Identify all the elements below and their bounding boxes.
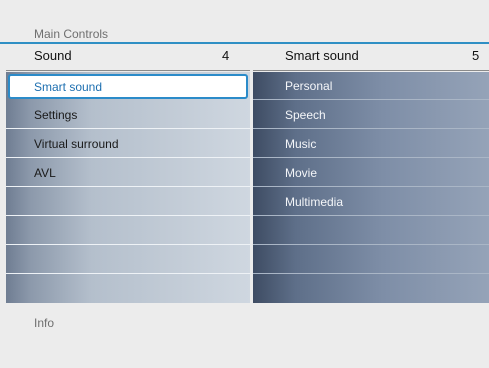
right-header-count: 5: [472, 48, 480, 63]
submenu-item-label: Speech: [285, 108, 326, 122]
menu-item-empty: [6, 188, 250, 216]
breadcrumb: Main Controls: [34, 27, 109, 41]
submenu-item-label: Personal: [285, 79, 333, 93]
menu-item-label: Virtual surround: [34, 137, 119, 151]
accent-divider: [0, 42, 489, 44]
right-header-title: Smart sound: [285, 48, 359, 63]
submenu-item-empty: [253, 246, 489, 274]
submenu-item-empty: [253, 275, 489, 303]
left-header-divider: [6, 70, 250, 71]
smart-sound-submenu-panel: Personal Speech Music Movie Multimedia: [253, 72, 489, 303]
menu-item-label: Smart sound: [34, 80, 103, 94]
submenu-item-music[interactable]: Music: [253, 130, 489, 158]
menu-item-virtual-surround[interactable]: Virtual surround: [6, 130, 250, 158]
menu-item-settings[interactable]: Settings: [6, 101, 250, 129]
info-label: Info: [34, 316, 55, 330]
submenu-item-label: Multimedia: [285, 195, 344, 209]
left-header-title: Sound: [34, 48, 72, 63]
submenu-item-movie[interactable]: Movie: [253, 159, 489, 187]
submenu-item-label: Music: [285, 137, 317, 151]
submenu-item-personal[interactable]: Personal: [253, 72, 489, 100]
menu-item-empty: [6, 217, 250, 245]
submenu-item-empty: [253, 217, 489, 245]
menu-item-avl[interactable]: AVL: [6, 159, 250, 187]
menu-item-empty: [6, 246, 250, 274]
menu-item-empty: [6, 275, 250, 303]
submenu-item-label: Movie: [285, 166, 318, 180]
menu-item-label: AVL: [34, 166, 56, 180]
left-header-count: 4: [222, 48, 230, 63]
menu-item-label: Settings: [34, 108, 78, 122]
right-header-divider: [253, 70, 489, 71]
submenu-item-multimedia[interactable]: Multimedia: [253, 188, 489, 216]
submenu-item-speech[interactable]: Speech: [253, 101, 489, 129]
sound-menu-panel: Smart sound Settings Virtual surround AV…: [6, 72, 250, 303]
menu-item-smart-sound[interactable]: Smart sound: [8, 74, 248, 99]
